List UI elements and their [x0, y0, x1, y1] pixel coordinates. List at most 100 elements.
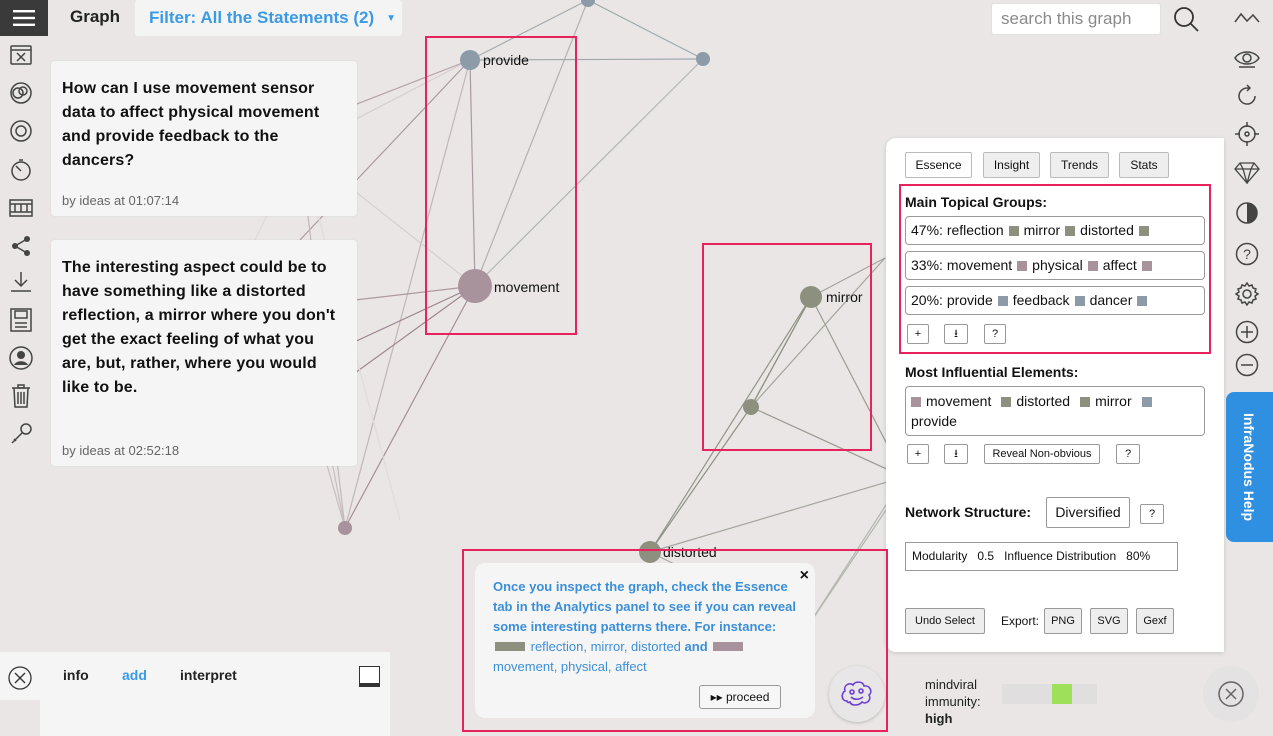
ai-assistant-button[interactable]	[829, 666, 885, 722]
topical-group-row[interactable]: 47%: reflection mirror distorted	[905, 216, 1205, 245]
reveal-non-obvious-button[interactable]: Reveal Non-obvious	[984, 444, 1100, 464]
influential-elements-box[interactable]: movement distorted mirror provide	[905, 386, 1205, 436]
target-button[interactable]	[1234, 121, 1260, 147]
menu-button[interactable]	[0, 0, 48, 36]
download-influential-button[interactable]: ⭳	[944, 444, 968, 464]
timer-icon	[11, 159, 31, 181]
tab-info[interactable]: info	[63, 667, 89, 683]
influential-word: movement	[926, 393, 992, 409]
guide-tooltip: × Once you inspect the graph, check the …	[475, 563, 815, 718]
element-color-swatch	[1001, 397, 1012, 407]
groups-help-button[interactable]: ?	[984, 324, 1006, 344]
export-png-button[interactable]: PNG	[1044, 608, 1082, 634]
search-button[interactable]	[1172, 5, 1200, 33]
graph-node-mirror[interactable]	[800, 286, 822, 308]
close-window-icon	[10, 45, 32, 65]
mindviral-label: mindviral immunity: high	[925, 676, 995, 727]
export-gexf-button[interactable]: Gexf	[1136, 608, 1174, 634]
group-word: dancer	[1089, 292, 1133, 308]
zoom-out-button[interactable]	[1234, 352, 1260, 378]
film-strip-icon	[9, 199, 33, 217]
add-influential-button[interactable]: +	[907, 444, 929, 464]
zoom-in-button[interactable]	[1234, 319, 1260, 345]
eye-button[interactable]	[1234, 45, 1260, 71]
filter-label: Filter: All the Statements (2)	[149, 8, 375, 27]
statement-card[interactable]: The interesting aspect could be to have …	[51, 240, 357, 466]
share-icon	[12, 236, 30, 256]
tab-stats[interactable]: Stats	[1119, 152, 1169, 178]
close-bottom-panel-button[interactable]	[8, 666, 32, 695]
modularity-label: Modularity	[912, 549, 968, 563]
toggle-panel-icon[interactable]	[359, 666, 380, 687]
influential-title: Most Influential Elements:	[905, 364, 1079, 380]
graph-node[interactable]	[581, 0, 595, 7]
download-groups-button[interactable]: ⭳	[944, 324, 968, 344]
graph-node-movement[interactable]	[458, 269, 492, 303]
export-svg-button[interactable]: SVG	[1090, 608, 1128, 634]
influential-help-button[interactable]: ?	[1116, 444, 1140, 464]
modularity-box: Modularity 0.5 Influence Distribution 80…	[905, 542, 1178, 571]
rings-button[interactable]	[8, 118, 34, 144]
graph-node-provide[interactable]	[460, 50, 480, 70]
search-input[interactable]	[991, 3, 1161, 35]
activity-button[interactable]	[1234, 5, 1260, 31]
group-color-swatch	[1065, 226, 1076, 236]
group-percent: 20%:	[911, 292, 943, 308]
overlap-circles-icon	[10, 82, 32, 104]
node-label-mirror: mirror	[826, 289, 863, 305]
tab-interpret[interactable]: interpret	[180, 667, 237, 683]
group-color-swatch	[1137, 296, 1148, 306]
proceed-button[interactable]: ▸▸ proceed	[699, 685, 781, 709]
group-percent: 47%:	[911, 222, 943, 238]
group-word: distorted	[1080, 222, 1134, 238]
tab-trends[interactable]: Trends	[1050, 152, 1109, 178]
save-button[interactable]	[8, 307, 34, 333]
share-button[interactable]	[8, 233, 34, 259]
graph-node[interactable]	[743, 399, 759, 415]
group-word: affect	[1102, 257, 1137, 273]
modularity-value: 0.5	[977, 549, 995, 563]
tab-add[interactable]: add	[122, 667, 147, 683]
contrast-button[interactable]	[1234, 200, 1260, 226]
user-button[interactable]	[8, 345, 34, 371]
group-word: physical	[1032, 257, 1083, 273]
mindviral-meter	[1002, 684, 1097, 704]
timer-button[interactable]	[8, 157, 34, 183]
graph-node[interactable]	[338, 521, 352, 535]
settings-button[interactable]	[1234, 281, 1260, 307]
topical-group-row[interactable]: 33%: movement physical affect	[905, 251, 1205, 280]
target-icon	[1235, 122, 1259, 146]
close-icon[interactable]: ×	[800, 567, 809, 585]
download-button[interactable]	[8, 269, 34, 295]
user-icon	[9, 346, 33, 370]
tab-essence[interactable]: Essence	[905, 152, 972, 178]
network-structure-value[interactable]: Diversified	[1046, 497, 1130, 528]
group-color-swatch	[1087, 261, 1098, 271]
close-window-button[interactable]	[8, 42, 34, 68]
mindviral-value: high	[925, 711, 953, 726]
undo-select-button[interactable]: Undo Select	[905, 608, 985, 634]
diamond-button[interactable]	[1234, 160, 1260, 186]
graph-node-distorted[interactable]	[639, 541, 661, 563]
statement-card[interactable]: How can I use movement sensor data to af…	[51, 61, 357, 216]
filter-dropdown[interactable]: Filter: All the Statements (2) ▼	[135, 0, 402, 36]
film-button[interactable]	[8, 195, 34, 221]
tooltip-group1: reflection, mirror, distorted	[530, 639, 681, 654]
tab-insight[interactable]: Insight	[983, 152, 1040, 178]
help-button[interactable]: ?	[1234, 241, 1260, 267]
graph-node[interactable]	[696, 52, 710, 66]
node-label-movement: movement	[494, 279, 559, 295]
close-panel-button[interactable]	[1203, 666, 1259, 722]
network-help-button[interactable]: ?	[1140, 504, 1164, 524]
influential-word: distorted	[1016, 393, 1071, 409]
overlap-button[interactable]	[8, 80, 34, 106]
refresh-button[interactable]	[1234, 83, 1260, 109]
main-groups-title: Main Topical Groups:	[905, 194, 1048, 210]
add-group-button[interactable]: +	[907, 324, 929, 344]
group-word: feedback	[1012, 292, 1070, 308]
menu-icon	[13, 10, 35, 26]
topical-group-row[interactable]: 20%: provide feedback dancer	[905, 286, 1205, 315]
microphone-button[interactable]	[8, 421, 34, 447]
trash-button[interactable]	[8, 383, 34, 409]
help-tab[interactable]: InfraNodus Help	[1226, 392, 1273, 542]
